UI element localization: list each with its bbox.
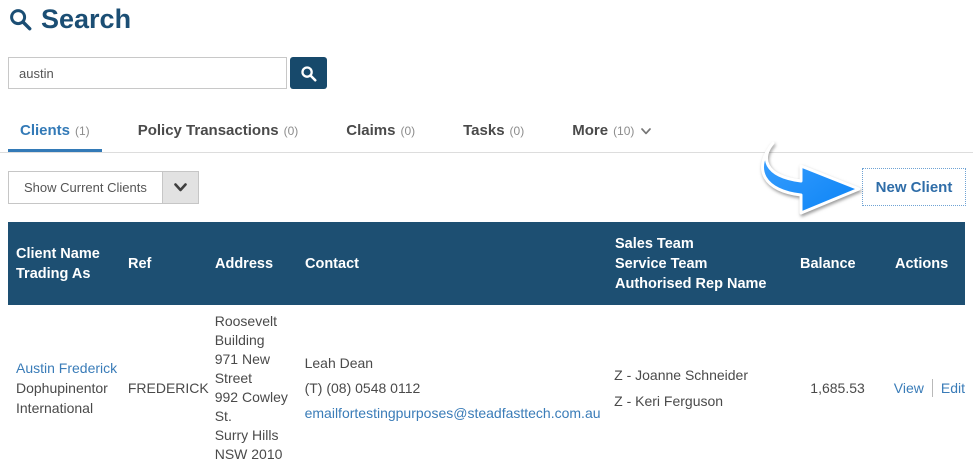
tab-count: (0) (509, 124, 525, 138)
cell-client-name: Austin Frederick Dophupinentor Internati… (8, 358, 128, 418)
chevron-down-icon (641, 127, 652, 134)
table-header-row: Client Name Trading As Ref Address Conta… (8, 222, 965, 305)
header-balance: Balance (800, 255, 856, 272)
tab-count: (0) (283, 124, 299, 138)
tab-label: Clients (20, 122, 71, 139)
actions-divider (931, 379, 933, 397)
cell-balance: 1,685.53 (810, 380, 865, 396)
table-row: Austin Frederick Dophupinentor Internati… (8, 305, 965, 471)
results-tabs: Clients (1) Policy Transactions (0) Clai… (0, 113, 973, 153)
chevron-down-icon (174, 183, 187, 192)
cell-contact: Leah Dean (T) (08) 0548 0112 emailfortes… (305, 351, 615, 426)
header-actions: Actions (895, 255, 949, 272)
tab-label: More (572, 122, 609, 139)
tab-more[interactable]: More (10) (560, 113, 663, 152)
tab-clients[interactable]: Clients (1) (8, 113, 102, 152)
client-filter-dropdown[interactable]: Show Current Clients (8, 171, 199, 204)
client-name-link[interactable]: Austin Frederick (16, 360, 117, 376)
cell-actions: View Edit (865, 379, 965, 397)
search-button[interactable] (290, 57, 327, 89)
cell-address: Roosevelt Building 971 New Street 992 Co… (214, 313, 288, 462)
tab-count: (10) (613, 124, 635, 138)
trading-as-text: Dophupinentor International (16, 380, 108, 416)
search-bar (8, 57, 327, 89)
tab-label: Claims (346, 122, 396, 139)
new-client-button[interactable]: New Client (862, 168, 966, 206)
search-title-icon (10, 9, 32, 31)
header-address: Address (215, 255, 274, 272)
page-title: Search (9, 4, 131, 35)
view-link[interactable]: View (894, 380, 924, 396)
tab-policy-transactions[interactable]: Policy Transactions (0) (126, 113, 311, 152)
contact-name: Leah Dean (304, 354, 374, 371)
client-filter-caret-button[interactable] (161, 172, 198, 203)
header-client-name: Client Name Trading As (16, 245, 100, 282)
tab-tasks[interactable]: Tasks (0) (451, 113, 536, 152)
clients-results-table: Client Name Trading As Ref Address Conta… (8, 222, 965, 471)
tab-label: Policy Transactions (137, 122, 279, 139)
contact-email-link[interactable]: emailfortestingpurposes@steadfasttech.co… (305, 405, 601, 421)
page-title-text: Search (41, 4, 132, 34)
tab-count: (0) (400, 124, 416, 138)
client-filter-selected-value: Show Current Clients (9, 172, 162, 203)
header-sales-team: Sales Team Service Team Authorised Rep N… (615, 235, 767, 292)
tab-count: (1) (75, 124, 90, 138)
tab-label: Tasks (463, 122, 505, 139)
header-ref: Ref (128, 255, 152, 272)
team-line: Z - Keri Ferguson (614, 393, 724, 409)
search-icon (301, 65, 317, 82)
team-line: Z - Joanne Schneider (614, 367, 748, 383)
cell-ref: FREDERICK (127, 380, 209, 396)
cell-sales-team: Z - Joanne Schneider Z - Keri Ferguson (614, 362, 799, 414)
search-input[interactable] (8, 57, 287, 89)
contact-phone: (T) (08) 0548 0112 (304, 379, 421, 396)
header-contact: Contact (305, 255, 359, 272)
edit-link[interactable]: Edit (941, 380, 965, 396)
search-page: Search Clients (1) Policy Transactions (… (0, 0, 973, 471)
tab-claims[interactable]: Claims (0) (334, 113, 427, 152)
